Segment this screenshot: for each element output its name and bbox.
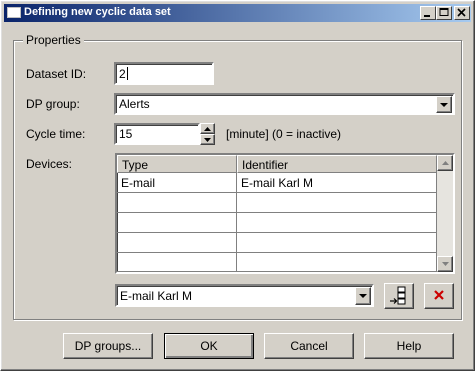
chevron-down-icon — [359, 294, 367, 298]
table-cell-type[interactable] — [117, 213, 237, 233]
add-device-icon — [390, 286, 406, 305]
cycle-time-input[interactable]: 15 — [114, 123, 200, 145]
table-scrollbar[interactable] — [437, 155, 453, 272]
dataset-id-label: Dataset ID: — [26, 67, 87, 81]
dp-group-label: DP group: — [26, 97, 80, 111]
dataset-id-value: 2 — [119, 67, 126, 81]
device-selector-dropdown-button[interactable] — [355, 287, 371, 305]
table-cell-identifier[interactable] — [237, 253, 437, 272]
dp-group-value: Alerts — [119, 97, 150, 111]
table-cell-type[interactable]: E-mail — [117, 173, 237, 193]
help-button[interactable]: Help — [364, 333, 454, 359]
cancel-button[interactable]: Cancel — [264, 333, 354, 359]
dataset-id-input[interactable]: 2 — [114, 62, 214, 85]
arrow-down-icon — [204, 138, 211, 142]
cycle-time-decrement[interactable] — [200, 134, 215, 145]
ok-button[interactable]: OK — [164, 333, 254, 359]
add-device-button[interactable] — [384, 283, 414, 309]
cycle-time-increment[interactable] — [200, 123, 215, 134]
arrow-up-icon — [442, 161, 449, 165]
delete-device-button[interactable] — [424, 283, 454, 309]
close-icon — [457, 8, 466, 17]
devices-label: Devices: — [26, 157, 73, 171]
dialog-window: Defining new cyclic data set Properties … — [0, 0, 475, 371]
title-bar[interactable]: Defining new cyclic data set — [4, 4, 471, 22]
dp-groups-button[interactable]: DP groups... — [63, 333, 153, 359]
arrow-down-icon — [442, 262, 449, 266]
devices-table[interactable]: Type Identifier E-mail E-mail Karl M — [115, 153, 455, 274]
scroll-down-button[interactable] — [437, 256, 453, 272]
scroll-up-button[interactable] — [437, 155, 453, 171]
device-selector-value: E-mail Karl M — [120, 289, 193, 303]
text-caret — [126, 67, 128, 80]
table-cell-identifier[interactable] — [237, 233, 437, 253]
cycle-time-value: 15 — [119, 127, 133, 141]
table-cell-identifier[interactable] — [237, 213, 437, 233]
column-header-type[interactable]: Type — [117, 155, 237, 173]
table-cell-identifier[interactable]: E-mail Karl M — [237, 173, 437, 193]
cycle-time-label: Cycle time: — [26, 127, 86, 141]
window-title: Defining new cyclic data set — [24, 6, 171, 18]
column-header-identifier[interactable]: Identifier — [237, 155, 437, 173]
properties-legend: Properties — [23, 33, 84, 47]
close-button[interactable] — [454, 6, 470, 20]
table-cell-type[interactable] — [117, 193, 237, 213]
dp-group-select[interactable]: Alerts — [114, 93, 455, 115]
window-icon — [7, 7, 21, 18]
delete-icon — [434, 290, 444, 300]
arrow-up-icon — [204, 127, 211, 131]
minimize-icon — [424, 15, 430, 17]
table-cell-type[interactable] — [117, 233, 237, 253]
maximize-button[interactable] — [436, 6, 452, 20]
device-selector[interactable]: E-mail Karl M — [115, 284, 374, 307]
minimize-button[interactable] — [420, 6, 436, 20]
dp-group-dropdown-button[interactable] — [436, 96, 452, 113]
cycle-time-hint: [minute] (0 = inactive) — [226, 127, 342, 141]
chevron-down-icon — [440, 103, 448, 107]
table-cell-type[interactable] — [117, 253, 237, 272]
maximize-icon — [439, 8, 449, 16]
table-cell-identifier[interactable] — [237, 193, 437, 213]
